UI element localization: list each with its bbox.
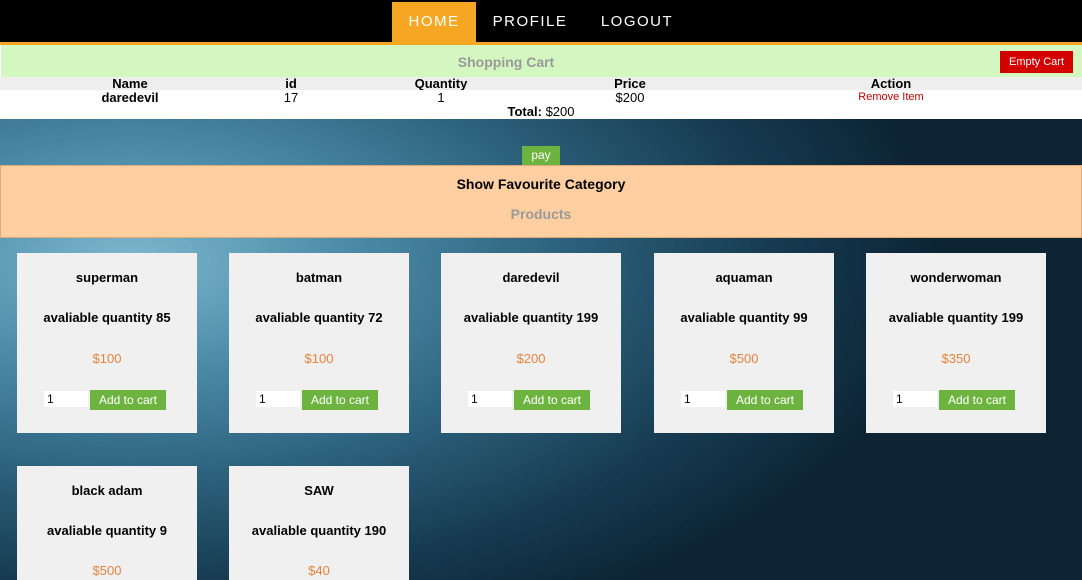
product-price: $350 [941,351,971,366]
cart-total-value: $200 [545,104,575,119]
product-name: batman [295,270,343,285]
nav-logout-link[interactable]: LOGOUT [588,2,686,42]
product-price: $100 [304,351,334,366]
product-card: SAW avaliable quantity 190 $40 [229,466,409,580]
show-favourite-category-link[interactable]: Show Favourite Category [1,176,1081,192]
product-quantity: avaliable quantity 9 [47,523,167,538]
product-name: SAW [304,483,334,498]
cart-item-id: 17 [283,90,299,105]
product-price: $500 [92,563,122,578]
product-price: $500 [729,351,759,366]
add-to-cart-button[interactable]: Add to cart [727,390,803,410]
product-name: aquaman [715,270,773,285]
product-card: black adam avaliable quantity 9 $500 [17,466,197,580]
product-name: wonderwoman [910,270,1002,285]
quantity-input[interactable] [44,391,88,407]
quantity-input[interactable] [256,391,300,407]
column-header-action: Action [870,76,912,91]
products-heading: Products [510,206,572,222]
cart-title: Shopping Cart [457,54,555,70]
cart-table-header: Name id Quantity Price Action [0,76,1082,91]
cart-total-label: Total: [507,104,542,119]
product-quantity: avaliable quantity 190 [251,523,387,538]
product-quantity: avaliable quantity 99 [680,310,808,325]
quantity-input[interactable] [681,391,725,407]
add-to-cart-button[interactable]: Add to cart [90,390,166,410]
add-to-cart-button[interactable]: Add to cart [514,390,590,410]
product-quantity: avaliable quantity 199 [888,310,1024,325]
product-quantity: avaliable quantity 72 [255,310,383,325]
product-name: superman [75,270,139,285]
product-name: daredevil [502,270,560,285]
cart-item-quantity: 1 [437,90,445,105]
product-quantity: avaliable quantity 85 [43,310,171,325]
column-header-quantity: Quantity [414,76,468,91]
quantity-input[interactable] [468,391,512,407]
column-header-id: id [285,76,297,91]
product-card: batman avaliable quantity 72 $100 Add to… [229,253,409,433]
product-price: $200 [516,351,546,366]
remove-item-link[interactable]: Remove Item [858,91,923,103]
cart-item-price: $200 [615,90,645,105]
empty-cart-button[interactable]: Empty Cart [1000,51,1073,73]
product-name: black adam [71,483,143,498]
product-card: aquaman avaliable quantity 99 $500 Add t… [654,253,834,433]
quantity-input[interactable] [893,391,937,407]
cart-item-name: daredevil [101,90,159,105]
top-navbar: HOME PROFILE LOGOUT [0,0,1082,42]
pay-button[interactable]: pay [522,146,560,165]
add-to-cart-button[interactable]: Add to cart [302,390,378,410]
product-price: $100 [92,351,122,366]
nav-home-link[interactable]: HOME [392,2,476,42]
product-card: daredevil avaliable quantity 199 $200 Ad… [441,253,621,433]
product-price: $40 [308,563,330,578]
cart-total: Total: $200 [508,104,575,119]
product-quantity: avaliable quantity 199 [463,310,599,325]
cart-table-body: daredevil 17 1 $200 Remove Item Total: $… [0,90,1082,119]
category-section: Show Favourite Category Products [0,165,1082,238]
product-card: wonderwoman avaliable quantity 199 $350 … [866,253,1046,433]
product-card: superman avaliable quantity 85 $100 Add … [17,253,197,433]
column-header-name: Name [112,76,148,91]
nav-profile-link[interactable]: PROFILE [480,2,580,42]
add-to-cart-button[interactable]: Add to cart [939,390,1015,410]
column-header-price: Price [614,76,646,91]
cart-header: Shopping Cart Empty Cart [0,45,1082,77]
